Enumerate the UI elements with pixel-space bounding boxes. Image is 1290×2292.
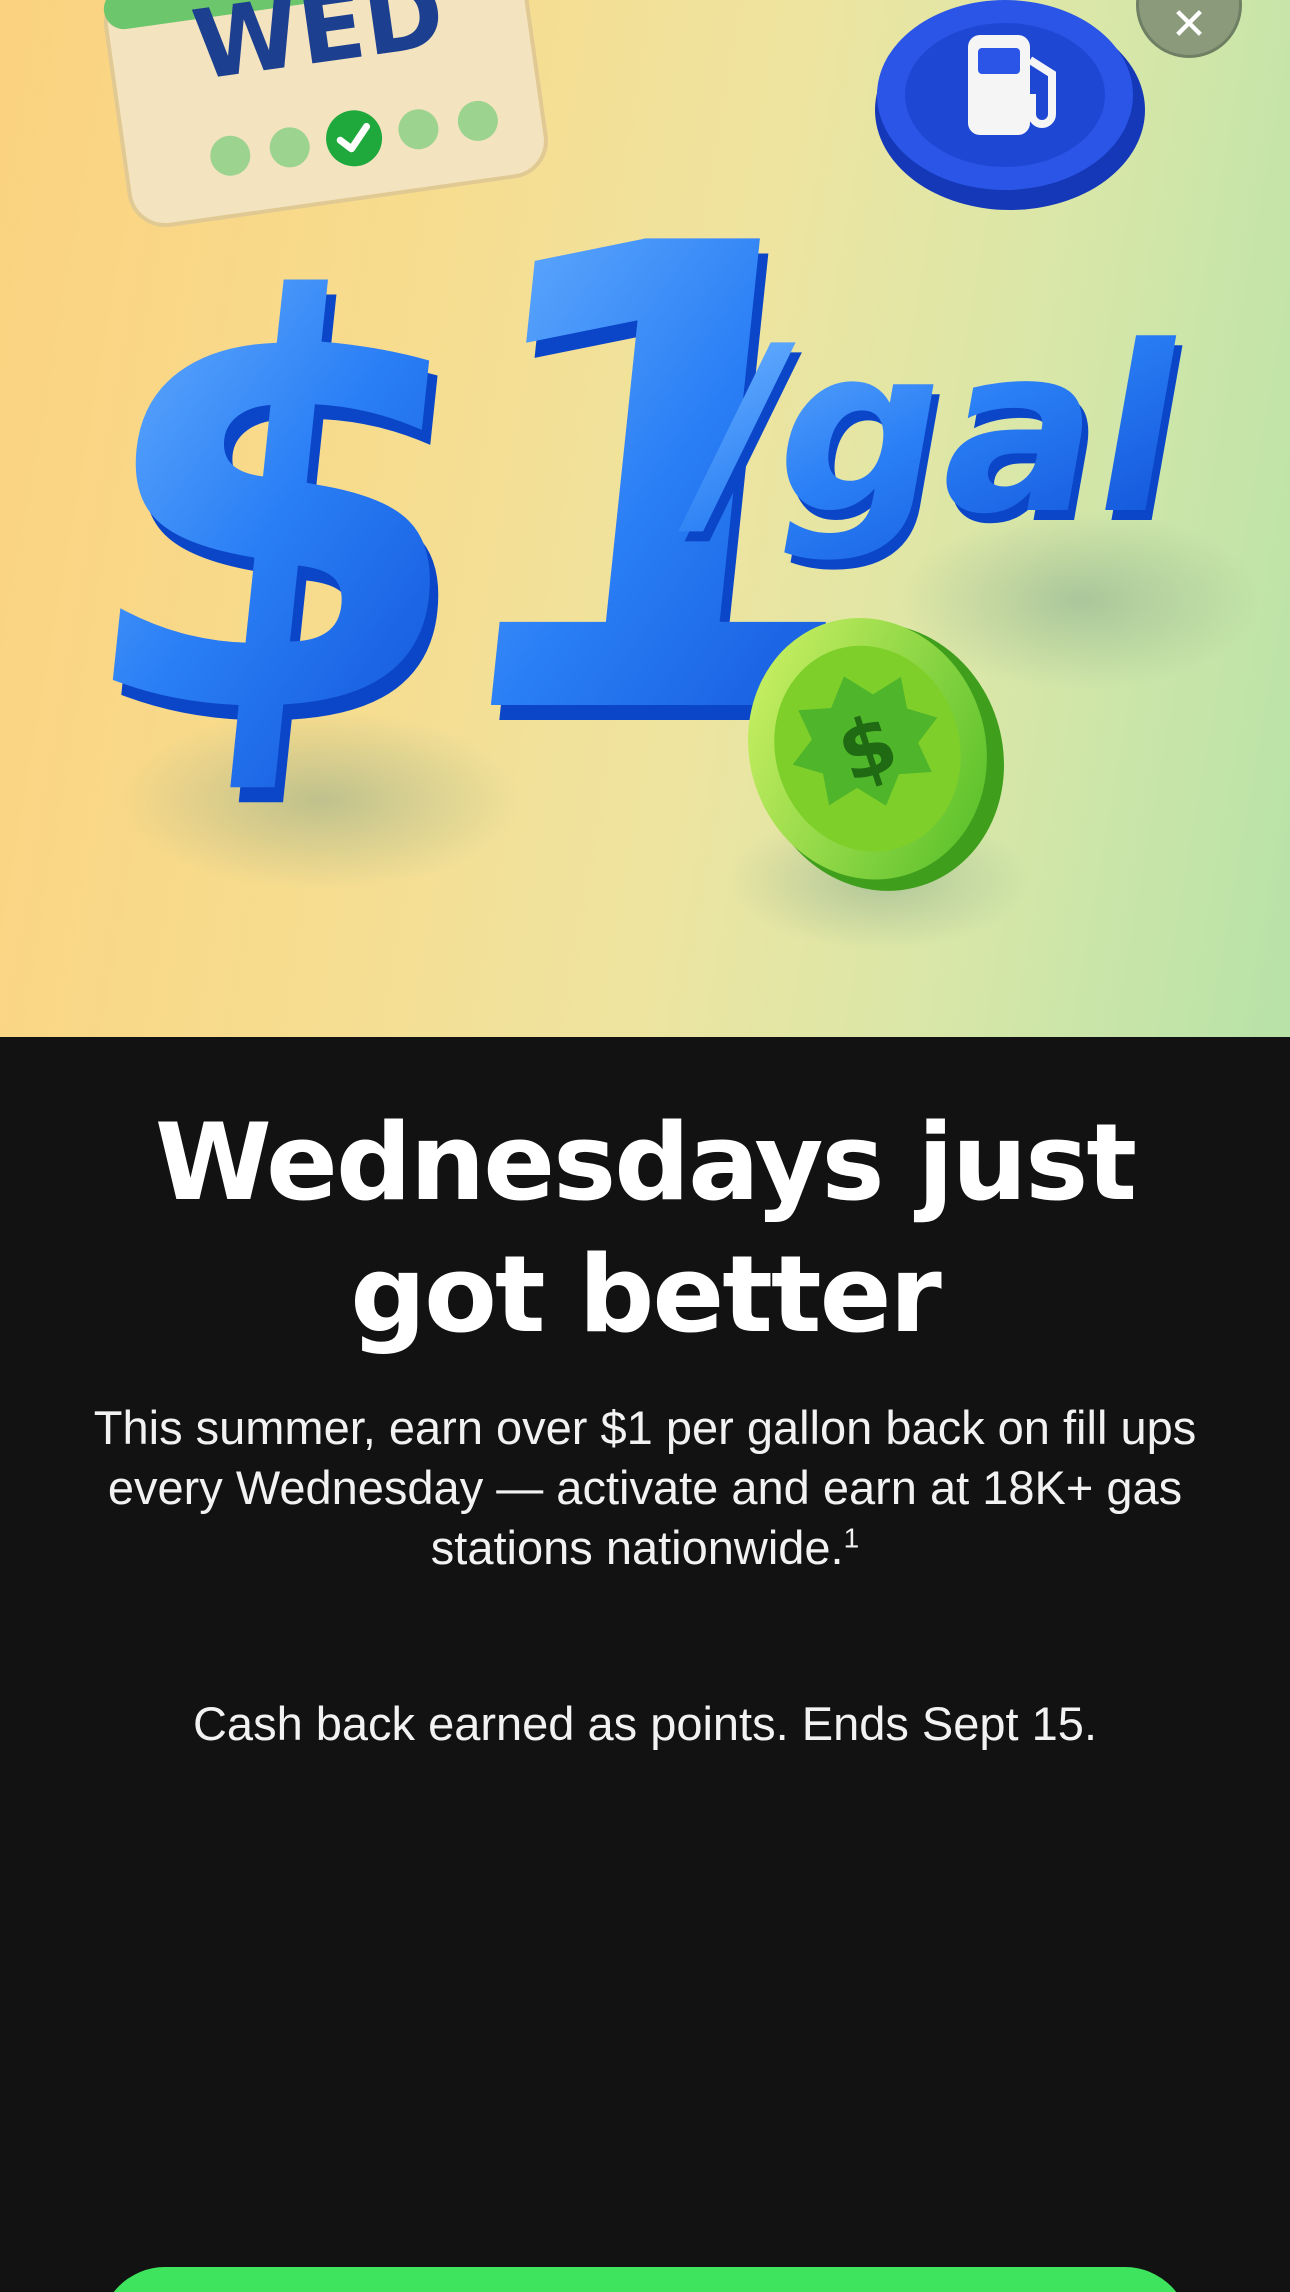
headline-line-2: got better bbox=[350, 1233, 942, 1356]
headline-line-1: Wednesdays just bbox=[154, 1101, 1137, 1224]
terms-text: Cash back earned as points. Ends Sept 15… bbox=[192, 1697, 1097, 1750]
promo-content: Wednesdays just got better This summer, … bbox=[0, 1037, 1290, 2292]
footnote-marker: 1 bbox=[843, 1522, 860, 1554]
close-icon: ✕ bbox=[1170, 0, 1208, 50]
svg-text:/gal: /gal bbox=[672, 297, 1202, 565]
price-text-art: $ $ 1 1 /gal /gal bbox=[52, 112, 1209, 872]
promo-description-text: This summer, earn over $1 per gallon bac… bbox=[93, 1401, 1197, 1574]
promo-screen: WED $ $ 1 1 /gal /gal $ ✕ Wednesdays jus… bbox=[0, 0, 1290, 2292]
hero-art: WED $ $ 1 1 /gal /gal $ bbox=[52, 0, 1260, 950]
page-title: Wednesdays just got better bbox=[60, 1097, 1230, 1361]
promo-description: This summer, earn over $1 per gallon bac… bbox=[90, 1398, 1200, 1578]
activate-button[interactable] bbox=[100, 2267, 1190, 2292]
hero-illustration: WED $ $ 1 1 /gal /gal $ bbox=[0, 0, 1290, 1037]
